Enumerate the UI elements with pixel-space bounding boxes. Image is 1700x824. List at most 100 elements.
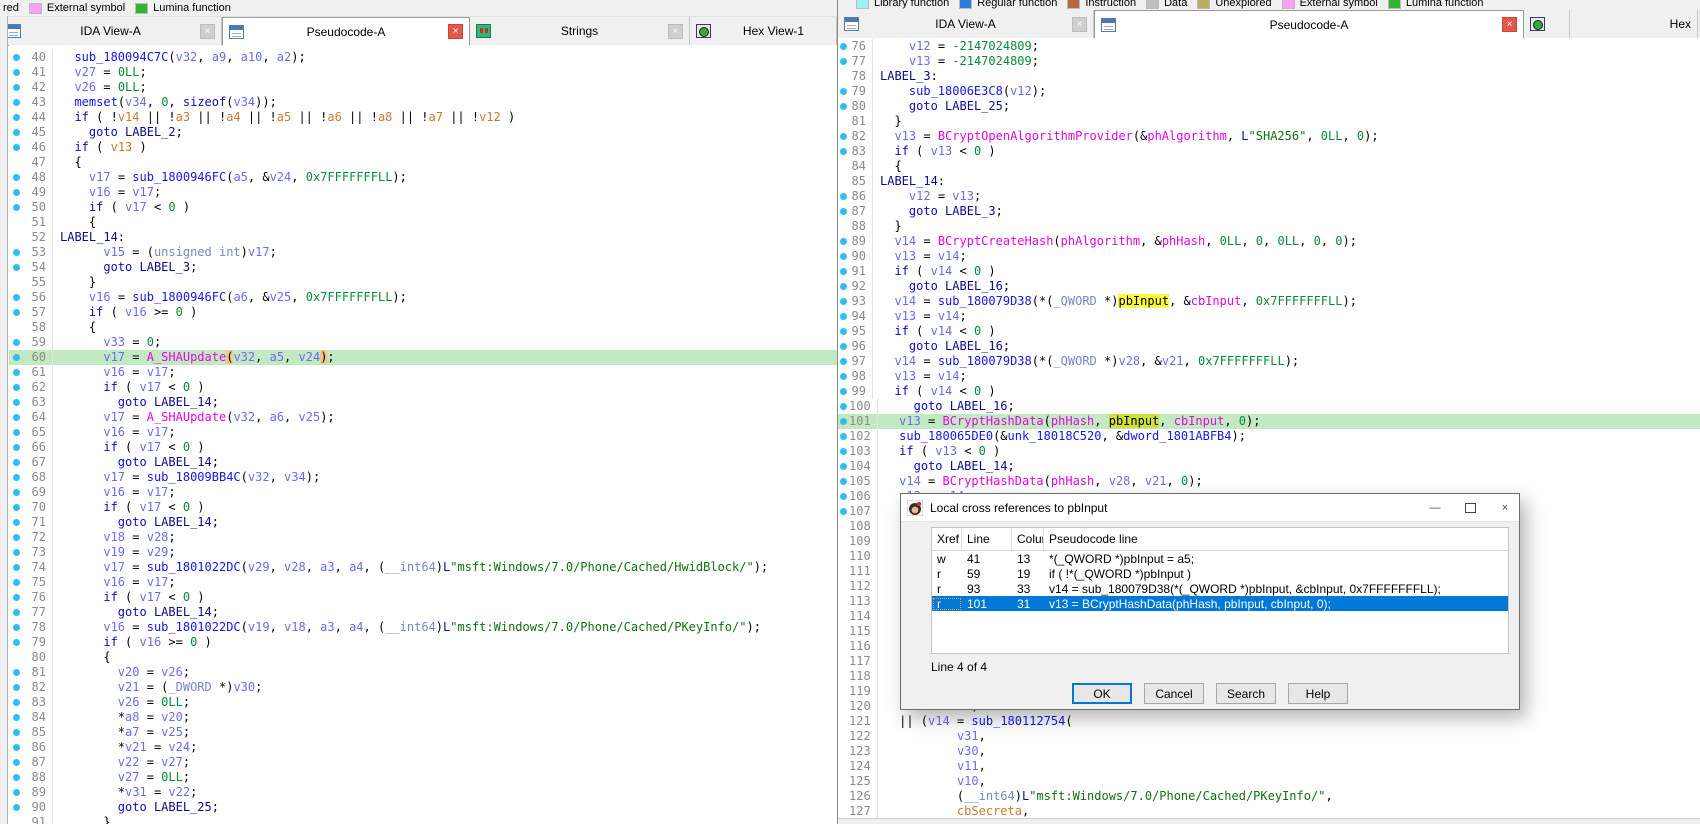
close-tab-icon[interactable]: × xyxy=(200,24,215,39)
column-header-pseudocode-line[interactable]: Pseudocode line xyxy=(1044,528,1508,550)
code-line-69[interactable]: 69 v16 = v17; xyxy=(9,485,837,500)
code-line-55[interactable]: 55 } xyxy=(9,275,837,290)
code-line-93[interactable]: 93 v14 = sub_180079D38(*(_QWORD *)pbInpu… xyxy=(838,294,1700,309)
code-line-91[interactable]: 91 } xyxy=(9,815,837,824)
code-line-47[interactable]: 47 { xyxy=(9,155,837,170)
cancel-button[interactable]: Cancel xyxy=(1144,683,1204,704)
code-line-64[interactable]: 64 v17 = A_SHAUpdate(v32, a6, v25); xyxy=(9,410,837,425)
code-line-48[interactable]: 48 v17 = sub_1800946FC(a5, &v24, 0x7FFFF… xyxy=(9,170,837,185)
code-line-97[interactable]: 97 v14 = sub_180079D38(*(_QWORD *)v28, &… xyxy=(838,354,1700,369)
code-line-78[interactable]: 78 v16 = sub_1801022DC(v19, v18, a3, a4,… xyxy=(9,620,837,635)
code-line-46[interactable]: 46 if ( v13 ) xyxy=(9,140,837,155)
code-line-92[interactable]: 92 goto LABEL_16; xyxy=(838,279,1700,294)
code-line-60[interactable]: 60 v17 = A_SHAUpdate(v32, a5, v24); xyxy=(9,350,837,365)
code-line-80[interactable]: 80 goto LABEL_25; xyxy=(838,99,1700,114)
ok-button[interactable]: OK xyxy=(1072,683,1132,704)
xref-row[interactable]: r10131v13 = BCryptHashData(phHash, pbInp… xyxy=(932,596,1508,611)
minimize-icon[interactable]: — xyxy=(1421,498,1449,518)
xref-row[interactable]: r9333v14 = sub_180079D38(*(_QWORD *)pbIn… xyxy=(932,581,1508,596)
code-line-54[interactable]: 54 goto LABEL_3; xyxy=(9,260,837,275)
code-line-61[interactable]: 61 v16 = v17; xyxy=(9,365,837,380)
code-line-82[interactable]: 82 v13 = BCryptOpenAlgorithmProvider(&ph… xyxy=(838,129,1700,144)
code-line-90[interactable]: 90 goto LABEL_25; xyxy=(9,800,837,815)
code-line-105[interactable]: 105 v14 = BCryptHashData(phHash, v28, v2… xyxy=(838,474,1700,489)
code-line-123[interactable]: 123 v30, xyxy=(838,744,1700,759)
xref-row[interactable]: r5919if ( !*(_QWORD *)pbInput ) xyxy=(932,566,1508,581)
code-line-53[interactable]: 53 v15 = (unsigned int)v17; xyxy=(9,245,837,260)
dialog-titlebar[interactable]: Local cross references to pbInput — × xyxy=(901,494,1519,522)
code-line-52[interactable]: 52LABEL_14: xyxy=(9,230,837,245)
code-line-59[interactable]: 59 v33 = 0; xyxy=(9,335,837,350)
code-line-43[interactable]: 43 memset(v34, 0, sizeof(v34)); xyxy=(9,95,837,110)
code-line-88[interactable]: 88 v27 = 0LL; xyxy=(9,770,837,785)
code-line-62[interactable]: 62 if ( v17 < 0 ) xyxy=(9,380,837,395)
code-line-78[interactable]: 78LABEL_3: xyxy=(838,69,1700,84)
help-button[interactable]: Help xyxy=(1288,683,1348,704)
code-line-41[interactable]: 41 v27 = 0LL; xyxy=(9,65,837,80)
code-line-56[interactable]: 56 v16 = sub_1800946FC(a6, &v25, 0x7FFFF… xyxy=(9,290,837,305)
code-line-77[interactable]: 77 goto LABEL_14; xyxy=(9,605,837,620)
code-line-87[interactable]: 87 v22 = v27; xyxy=(9,755,837,770)
close-tab-icon[interactable]: × xyxy=(1072,17,1087,32)
code-line-89[interactable]: 89 v14 = BCryptCreateHash(phAlgorithm, &… xyxy=(838,234,1700,249)
code-line-70[interactable]: 70 if ( v17 < 0 ) xyxy=(9,500,837,515)
code-line-71[interactable]: 71 goto LABEL_14; xyxy=(9,515,837,530)
code-line-85[interactable]: 85LABEL_14: xyxy=(838,174,1700,189)
code-line-125[interactable]: 125 v10, xyxy=(838,774,1700,789)
close-tab-icon[interactable]: × xyxy=(448,24,463,39)
code-line-65[interactable]: 65 v16 = v17; xyxy=(9,425,837,440)
code-line-121[interactable]: 121 || (v14 = sub_180112754( xyxy=(838,714,1700,729)
code-line-122[interactable]: 122 v31, xyxy=(838,729,1700,744)
code-line-124[interactable]: 124 v11, xyxy=(838,759,1700,774)
code-line-101[interactable]: 101 v13 = BCryptHashData(phHash, pbInput… xyxy=(838,414,1700,429)
code-line-84[interactable]: 84 { xyxy=(838,159,1700,174)
code-line-74[interactable]: 74 v17 = sub_1801022DC(v29, v28, a3, a4,… xyxy=(9,560,837,575)
code-line-49[interactable]: 49 v16 = v17; xyxy=(9,185,837,200)
code-line-98[interactable]: 98 v13 = v14; xyxy=(838,369,1700,384)
code-line-45[interactable]: 45 goto LABEL_2; xyxy=(9,125,837,140)
pseudocode-view-left[interactable]: 40 sub_180094C7C(v32, a9, a10, a2);41 v2… xyxy=(9,45,837,824)
code-line-95[interactable]: 95 if ( v14 < 0 ) xyxy=(838,324,1700,339)
code-line-89[interactable]: 89 *v31 = v22; xyxy=(9,785,837,800)
code-line-86[interactable]: 86 v12 = v13; xyxy=(838,189,1700,204)
code-line-68[interactable]: 68 v17 = sub_18009BB4C(v32, v34); xyxy=(9,470,837,485)
code-line-72[interactable]: 72 v18 = v28; xyxy=(9,530,837,545)
column-header-xref[interactable]: Xref xyxy=(932,528,962,550)
tab-ida-view-a[interactable]: IDA View-A× xyxy=(838,10,1094,38)
code-line-67[interactable]: 67 goto LABEL_14; xyxy=(9,455,837,470)
code-line-79[interactable]: 79 sub_18006E3C8(v12); xyxy=(838,84,1700,99)
close-icon[interactable]: × xyxy=(1491,498,1519,518)
code-line-100[interactable]: 100 goto LABEL_16; xyxy=(838,399,1700,414)
code-line-63[interactable]: 63 goto LABEL_14; xyxy=(9,395,837,410)
dock-edge-strip[interactable] xyxy=(0,16,8,824)
code-line-58[interactable]: 58 { xyxy=(9,320,837,335)
code-line-76[interactable]: 76 v12 = -2147024809; xyxy=(838,39,1700,54)
code-line-40[interactable]: 40 sub_180094C7C(v32, a9, a10, a2); xyxy=(9,50,837,65)
tab-strings[interactable]: Strings× xyxy=(470,17,690,45)
code-line-42[interactable]: 42 v26 = 0LL; xyxy=(9,80,837,95)
code-line-77[interactable]: 77 v13 = -2147024809; xyxy=(838,54,1700,69)
code-line-50[interactable]: 50 if ( v17 < 0 ) xyxy=(9,200,837,215)
tab-icon[interactable] xyxy=(1524,10,1570,38)
tab-pseudocode-a[interactable]: Pseudocode-A× xyxy=(1094,10,1524,39)
code-line-83[interactable]: 83 v26 = 0LL; xyxy=(9,695,837,710)
code-line-83[interactable]: 83 if ( v13 < 0 ) xyxy=(838,144,1700,159)
code-line-81[interactable]: 81 } xyxy=(838,114,1700,129)
code-line-126[interactable]: 126 (__int64)L"msft:Windows/7.0/Phone/Ca… xyxy=(838,789,1700,804)
code-line-82[interactable]: 82 v21 = (_DWORD *)v30; xyxy=(9,680,837,695)
code-line-75[interactable]: 75 v16 = v17; xyxy=(9,575,837,590)
tab-pseudocode-a[interactable]: Pseudocode-A× xyxy=(222,17,470,46)
column-header-column[interactable]: Column xyxy=(1012,528,1044,550)
code-line-94[interactable]: 94 v13 = v14; xyxy=(838,309,1700,324)
code-line-91[interactable]: 91 if ( v14 < 0 ) xyxy=(838,264,1700,279)
tab-ida-view-a[interactable]: IDA View-A× xyxy=(0,17,222,45)
close-tab-icon[interactable]: × xyxy=(1502,17,1517,32)
code-line-66[interactable]: 66 if ( v17 < 0 ) xyxy=(9,440,837,455)
code-line-51[interactable]: 51 { xyxy=(9,215,837,230)
code-line-96[interactable]: 96 goto LABEL_16; xyxy=(838,339,1700,354)
close-tab-icon[interactable]: × xyxy=(668,24,683,39)
code-line-80[interactable]: 80 { xyxy=(9,650,837,665)
code-line-57[interactable]: 57 if ( v16 >= 0 ) xyxy=(9,305,837,320)
code-line-88[interactable]: 88 } xyxy=(838,219,1700,234)
tab-hex[interactable]: Hex xyxy=(1570,10,1698,38)
